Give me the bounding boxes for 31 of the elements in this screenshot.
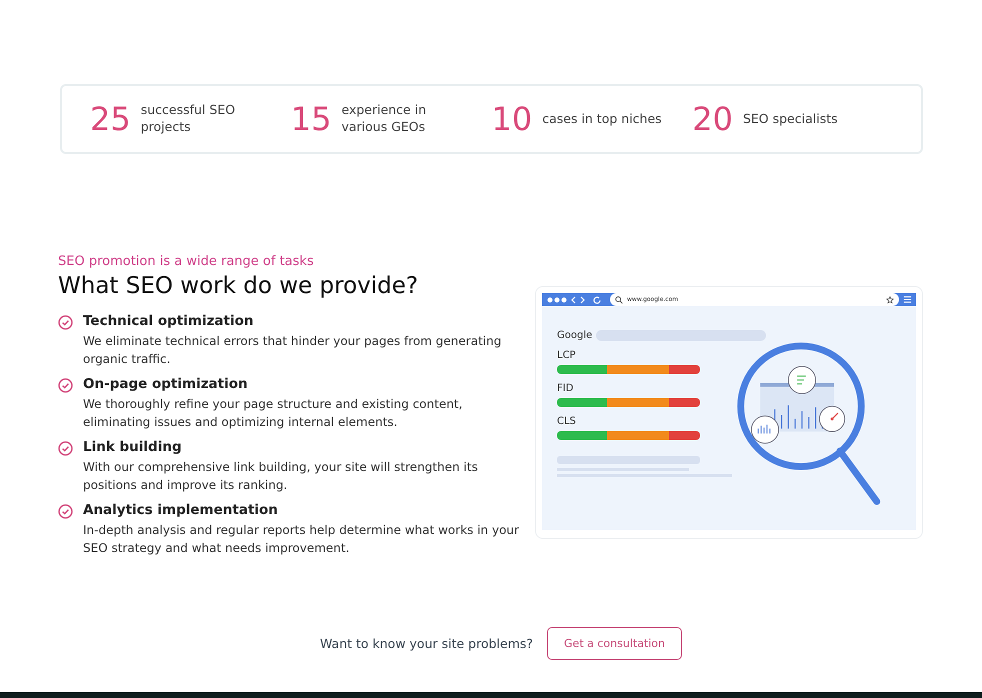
stat-label: successful SEO projects <box>140 102 236 136</box>
check-circle-icon <box>58 504 73 519</box>
metric-label: CLS <box>557 416 577 427</box>
consultation-button[interactable]: Get a consultation <box>547 627 682 660</box>
check-circle-icon <box>58 378 73 393</box>
service-title: Link building <box>83 439 183 455</box>
service-title: Technical optimization <box>83 313 255 329</box>
service-description: We eliminate technical errors that hinder your pages from generating organic traffic. <box>83 333 502 368</box>
stat-number: 25 <box>90 100 131 138</box>
star-icon <box>886 296 894 304</box>
check-circle-icon <box>58 441 73 456</box>
service-description: With our comprehensive link building, your site will strengthen its positions and improve its ranking. <box>83 459 479 494</box>
stat-label: SEO specialists <box>742 110 839 128</box>
metric-label: FID <box>557 383 574 394</box>
menu-icon <box>903 295 912 304</box>
section-eyebrow: SEO promotion is a wide range of tasks <box>58 254 315 269</box>
service-title: Analytics implementation <box>83 502 279 518</box>
search-brand-label: Google <box>557 330 592 341</box>
section-title: What SEO work do we provide? <box>58 273 420 299</box>
stat-number: 15 <box>290 100 332 138</box>
stat-label: experience in various GEOs <box>341 102 428 136</box>
service-title: On-page optimization <box>83 376 249 392</box>
search-icon <box>615 296 623 304</box>
stat-label: cases in top niches <box>542 110 663 128</box>
stat-number: 10 <box>492 100 532 138</box>
cta-question: Want to know your site problems? <box>320 636 534 651</box>
service-description: In-depth analysis and regular reports help determine what works in your SEO strategy and what needs improvement. <box>83 522 520 557</box>
stat-number: 20 <box>692 100 733 138</box>
check-circle-icon <box>58 315 73 330</box>
service-description: We thoroughly refine your page structure and existing content, eliminating issues and optimizing internal elements. <box>83 396 464 431</box>
metric-label: LCP <box>557 350 577 361</box>
